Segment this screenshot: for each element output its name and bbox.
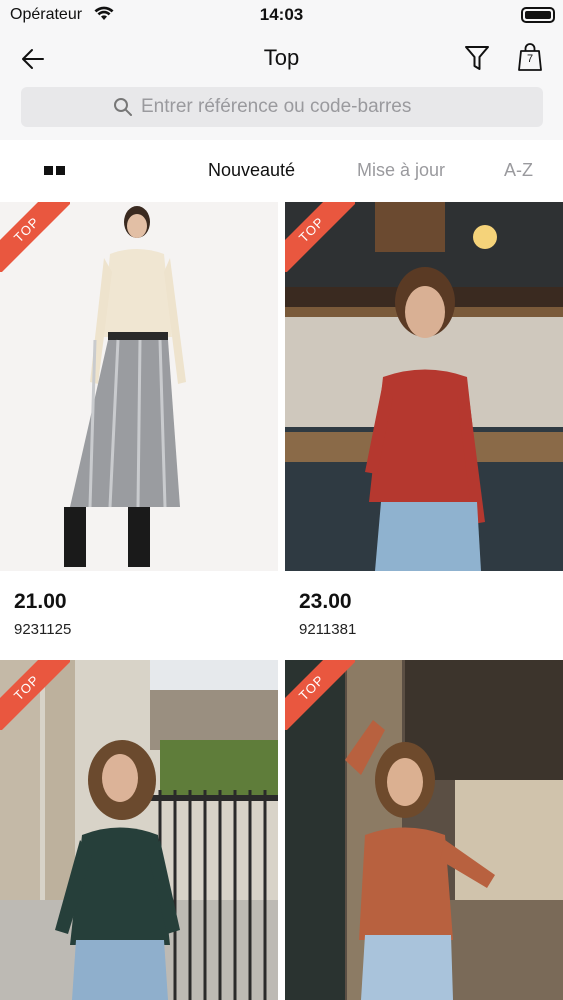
nav-bar: Top 7 [0,30,563,140]
product-reference: 9231125 [14,621,72,638]
top-badge: TOP [285,660,355,730]
shopping-bag-button[interactable]: 7 [516,42,544,72]
top-badge-label: TOP [0,202,70,272]
tab-nouveaute[interactable]: Nouveauté [208,160,295,181]
product-card[interactable]: TOP [0,660,278,1000]
product-price: 23.00 [299,590,352,613]
product-price: 21.00 [14,590,67,613]
sort-bar: Nouveauté Mise à jour A-Z [0,140,563,202]
product-card[interactable]: TOP 21.00 9231125 [0,202,278,657]
search-bar [21,87,543,127]
search-input[interactable] [141,87,531,127]
top-badge-label: TOP [285,660,355,730]
top-badge: TOP [0,660,70,730]
tab-a-z[interactable]: A-Z [504,160,533,181]
top-badge: TOP [285,202,355,272]
tab-mise-a-jour[interactable]: Mise à jour [357,160,445,181]
cart-count-badge: 7 [526,53,534,65]
filter-icon[interactable] [464,44,490,72]
status-bar: Opérateur 14:03 [0,0,563,30]
top-badge-label: TOP [285,202,355,272]
product-reference: 9211381 [299,621,357,638]
product-card[interactable]: TOP 23.00 9211381 [285,202,563,657]
product-card[interactable]: TOP [285,660,563,1000]
top-badge-label: TOP [0,660,70,730]
top-badge: TOP [0,202,70,272]
search-icon [114,98,132,116]
grid-view-toggle-icon[interactable] [44,166,66,176]
clock: 14:03 [259,5,304,24]
battery-icon [521,7,555,23]
